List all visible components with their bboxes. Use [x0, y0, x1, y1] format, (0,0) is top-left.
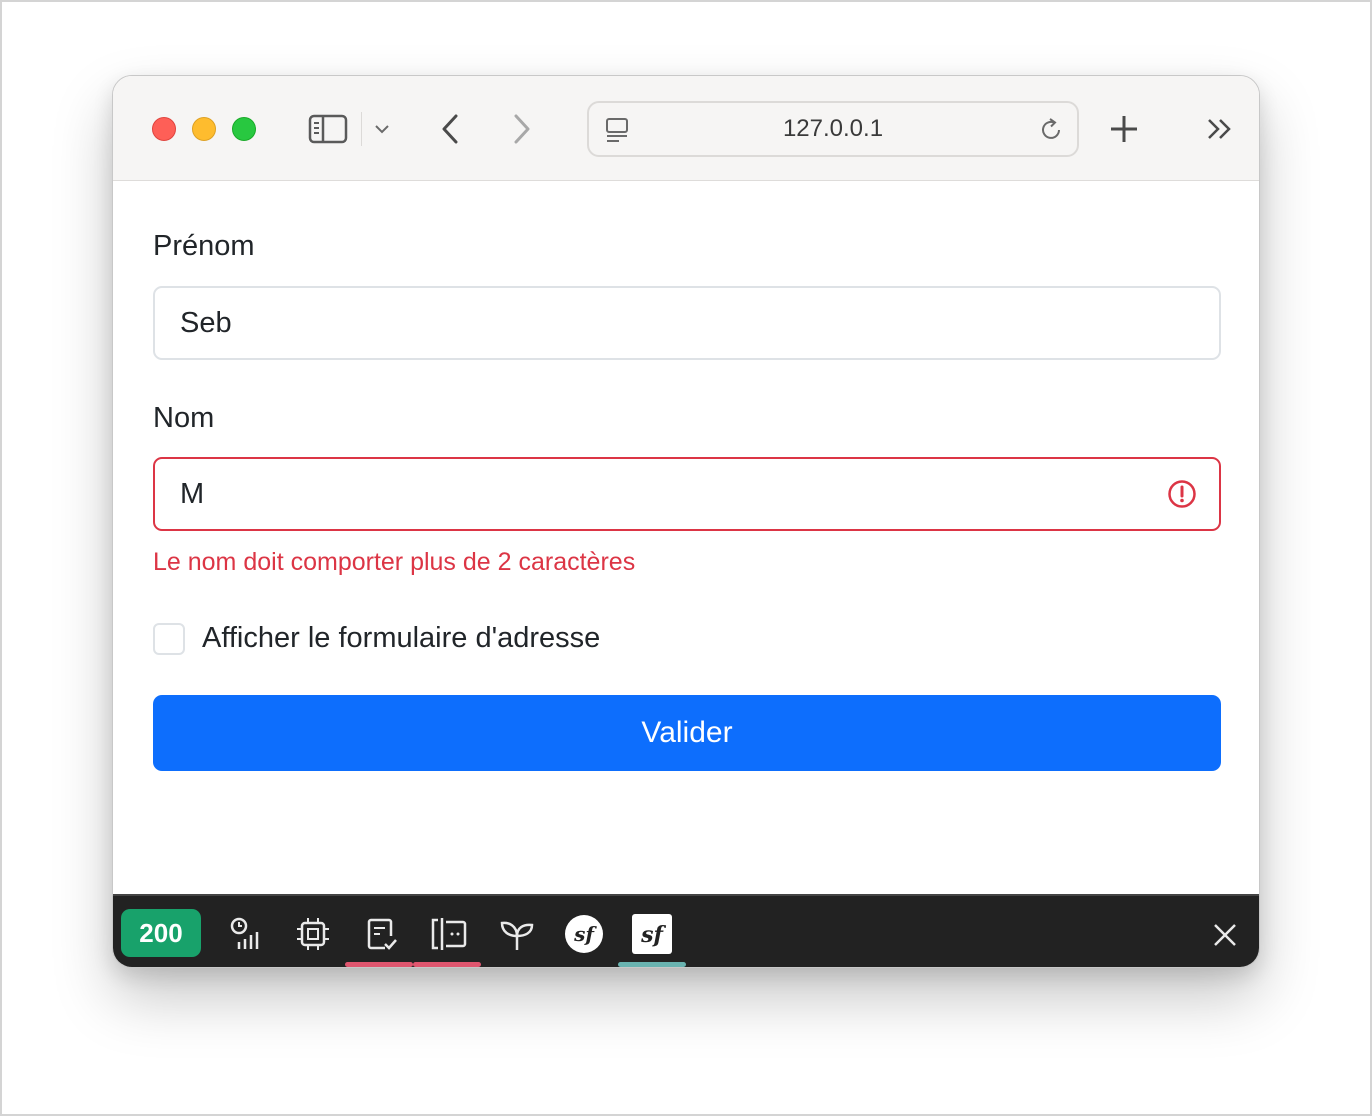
submit-button[interactable]: Valider	[153, 695, 1221, 771]
zoom-window-button[interactable]	[232, 117, 256, 141]
forms-icon[interactable]	[361, 914, 401, 954]
chevron-right-icon[interactable]	[507, 110, 537, 148]
timing-icon[interactable]	[226, 914, 266, 954]
validator-icon[interactable]	[429, 914, 469, 954]
exclamation-circle-icon	[1168, 480, 1196, 508]
address-checkbox[interactable]	[153, 623, 185, 655]
sidebar-icon[interactable]	[307, 110, 349, 148]
browser-window: 127.0.0.1 Prénom Seb Nom M Le nom doit c…	[112, 75, 1260, 968]
close-icon[interactable]	[1205, 915, 1245, 955]
toolbar-divider	[361, 112, 362, 146]
twig-icon[interactable]	[497, 914, 537, 954]
status-badge[interactable]: 200	[121, 909, 201, 957]
nom-error-message: Le nom doit comporter plus de 2 caractèr…	[153, 548, 636, 576]
svg-text:sf: sf	[640, 922, 666, 948]
browser-toolbar: 127.0.0.1	[113, 76, 1259, 181]
double-chevron-right-icon[interactable]	[1205, 114, 1235, 144]
validator-error-underline	[413, 962, 481, 967]
nom-input-value: M	[180, 477, 205, 510]
forms-error-underline	[345, 962, 413, 967]
symfony-config-icon[interactable]: sf	[632, 914, 672, 954]
symfony-debug-toolbar: 200 sf sf	[113, 894, 1259, 967]
symfony-icon[interactable]: sf	[564, 914, 604, 954]
nom-input[interactable]: M	[153, 457, 1221, 531]
address-checkbox-label[interactable]: Afficher le formulaire d'adresse	[202, 622, 600, 655]
prenom-input-value: Seb	[180, 306, 232, 339]
reload-icon[interactable]	[1037, 116, 1065, 144]
chevron-down-icon[interactable]	[371, 118, 393, 140]
chevron-left-icon[interactable]	[435, 110, 465, 148]
config-active-underline	[618, 962, 686, 967]
prenom-label: Prénom	[153, 230, 255, 262]
page-content: Prénom Seb Nom M Le nom doit comporter p…	[113, 182, 1259, 894]
minimize-window-button[interactable]	[192, 117, 216, 141]
url-text: 127.0.0.1	[782, 115, 884, 142]
address-bar[interactable]: 127.0.0.1	[587, 101, 1079, 157]
prenom-input[interactable]: Seb	[153, 286, 1221, 360]
svg-text:sf: sf	[573, 922, 597, 946]
memory-icon[interactable]	[293, 914, 333, 954]
nom-label: Nom	[153, 402, 215, 434]
plus-icon[interactable]	[1107, 112, 1141, 146]
close-window-button[interactable]	[152, 117, 176, 141]
